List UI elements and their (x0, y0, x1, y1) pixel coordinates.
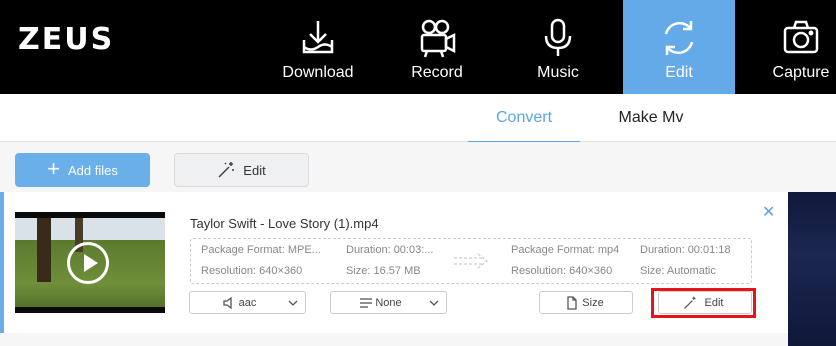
list-spacer (0, 333, 788, 346)
plus-icon: + (47, 156, 60, 181)
magic-wand-icon (218, 162, 235, 178)
camera-icon (783, 20, 819, 54)
play-icon[interactable] (67, 242, 109, 284)
chevron-down-icon (429, 300, 439, 306)
microphone-icon (544, 18, 572, 56)
top-nav-bar: ZEUS Download Record Music Edit Capture (0, 0, 836, 94)
tab-make-mv[interactable]: Make Mv (596, 94, 706, 142)
source-resolution: Resolution: 640×360 (201, 265, 303, 277)
nav-edit[interactable]: Edit (623, 0, 735, 94)
source-duration: Duration: 00:03:... (346, 244, 434, 256)
add-files-button[interactable]: + Add files (15, 153, 150, 187)
nav-music[interactable]: Music (502, 0, 614, 94)
video-thumbnail[interactable] (15, 212, 165, 313)
source-size: Size: 16.57 MB (346, 265, 421, 277)
add-files-label: Add files (67, 162, 118, 178)
nav-music-label: Music (537, 64, 579, 81)
nav-download[interactable]: Download (262, 0, 374, 94)
nav-edit-label: Edit (665, 64, 693, 81)
video-camera-icon (420, 19, 456, 58)
nav-record-label: Record (411, 64, 463, 81)
app-logo: ZEUS (18, 22, 115, 57)
close-icon[interactable]: ✕ (762, 202, 775, 222)
highlight-box (651, 288, 756, 318)
tab-convert[interactable]: Convert (468, 94, 580, 143)
preview-strip (788, 192, 836, 346)
download-icon (302, 21, 334, 54)
target-format: Package Format: mp4 (511, 244, 620, 256)
target-resolution: Resolution: 640×360 (511, 265, 613, 277)
convert-arrow-icon (454, 253, 488, 269)
nav-record[interactable]: Record (381, 0, 493, 94)
refresh-icon (664, 21, 694, 55)
edit-toolbar-button[interactable]: Edit (174, 153, 309, 187)
chevron-down-icon (288, 300, 298, 306)
nav-capture-label: Capture (772, 64, 830, 81)
target-size: Size: Automatic (640, 265, 716, 277)
toolbar: + Add files Edit (0, 142, 836, 192)
target-duration: Duration: 00:01:18 (640, 244, 731, 256)
audio-track-select[interactable]: aac (189, 291, 306, 314)
size-button-label: Size (582, 296, 604, 309)
nav-capture[interactable]: Capture (745, 0, 836, 94)
edit-toolbar-label: Edit (243, 162, 266, 178)
sub-tabs: Convert Make Mv (0, 94, 836, 143)
nav-download-label: Download (282, 64, 354, 81)
size-button[interactable]: Size (539, 291, 633, 314)
subtitle-select[interactable]: None (330, 291, 447, 314)
file-name: Taylor Swift - Love Story (1).mp4 (190, 216, 379, 231)
source-format: Package Format: MPE... (201, 244, 321, 256)
